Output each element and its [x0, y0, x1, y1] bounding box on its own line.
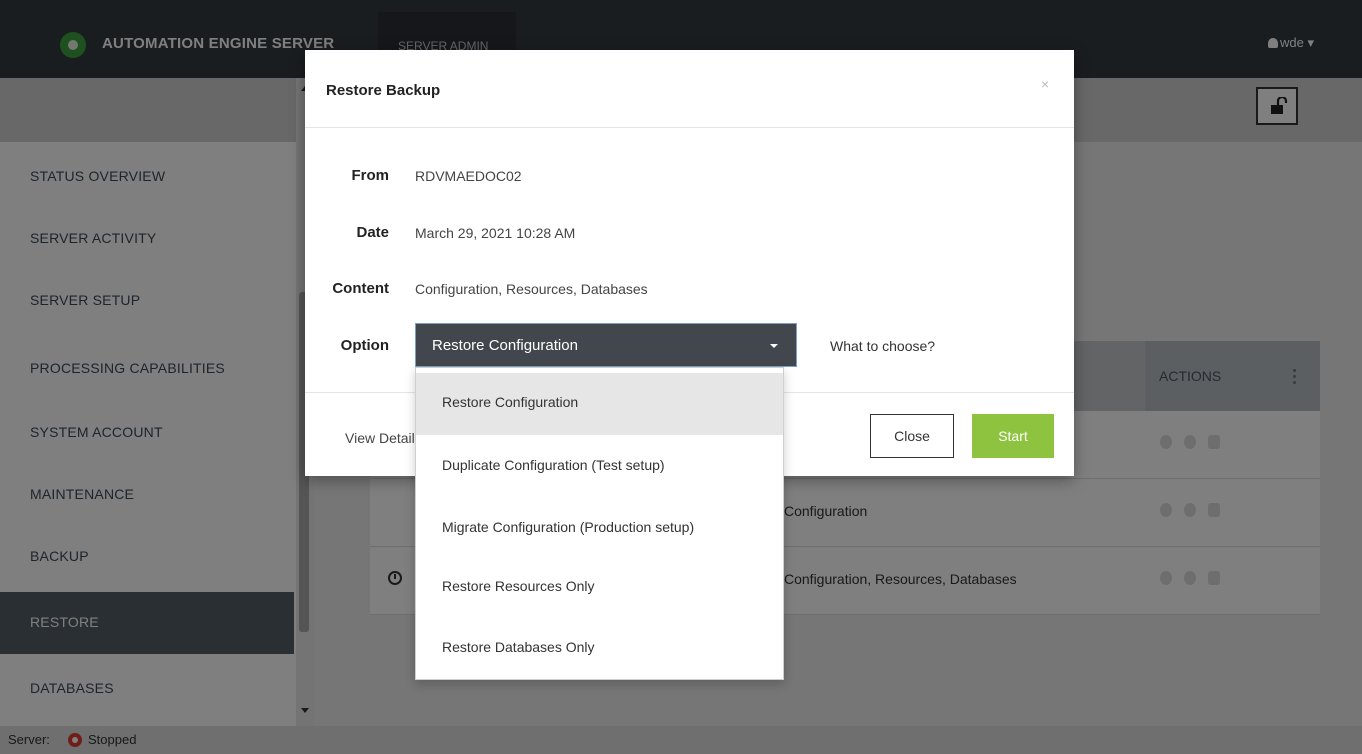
dialog-title: Restore Backup [326, 82, 441, 99]
caret-down-icon [770, 344, 778, 348]
date-label: Date [356, 224, 389, 241]
close-button[interactable]: Close [870, 414, 954, 458]
start-button[interactable]: Start [972, 414, 1054, 458]
dropdown-option[interactable]: Restore Resources Only [416, 557, 783, 619]
dropdown-option[interactable]: Restore Databases Only [416, 618, 783, 680]
option-dropdown-menu: Restore Configuration Duplicate Configur… [415, 367, 784, 680]
dropdown-option-label: Duplicate Configuration (Test setup) [442, 457, 665, 473]
dropdown-option-label: Restore Databases Only [442, 639, 595, 655]
dropdown-option-label: Migrate Configuration (Production setup) [442, 519, 695, 535]
dialog-header: Restore Backup × [305, 50, 1074, 128]
dropdown-option[interactable]: Migrate Configuration (Production setup) [416, 498, 783, 560]
close-icon[interactable]: × [1041, 76, 1049, 92]
from-value: RDVMAEDOC02 [415, 168, 522, 184]
dropdown-option[interactable]: Restore Configuration [416, 373, 783, 435]
option-label: Option [340, 337, 389, 354]
option-selected-value: Restore Configuration [432, 337, 578, 354]
dropdown-option-label: Restore Configuration [442, 394, 579, 410]
content-value: Configuration, Resources, Databases [415, 281, 648, 297]
dropdown-option[interactable]: Duplicate Configuration (Test setup) [416, 436, 783, 498]
from-label: From [351, 167, 390, 184]
date-value: March 29, 2021 10:28 AM [415, 225, 576, 241]
what-to-choose-link[interactable]: What to choose? [830, 338, 935, 354]
option-select[interactable]: Restore Configuration [415, 323, 797, 367]
view-details-link[interactable]: View Details [345, 430, 422, 446]
content-label: Content [332, 280, 389, 297]
dropdown-option-label: Restore Resources Only [442, 578, 595, 594]
